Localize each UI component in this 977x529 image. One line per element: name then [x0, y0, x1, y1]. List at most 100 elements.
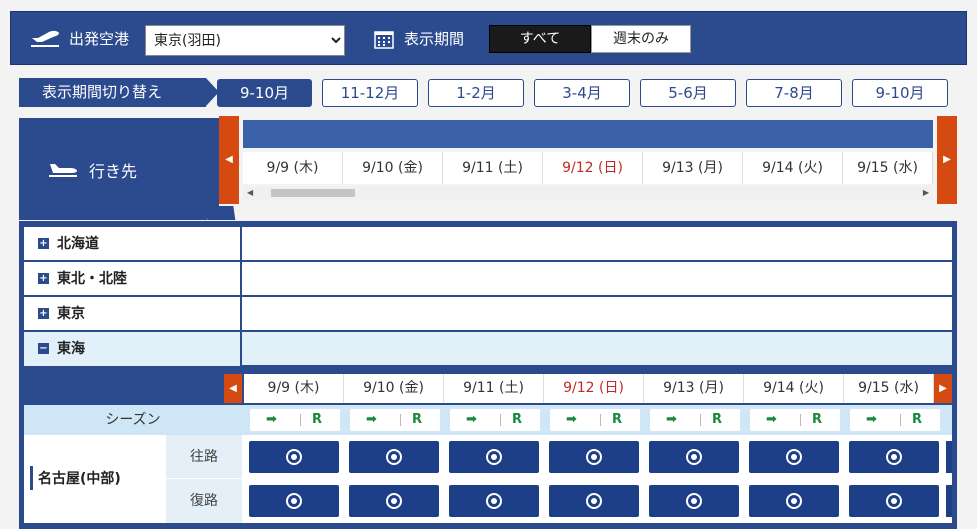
calendar-icon — [374, 31, 394, 49]
available-icon — [886, 449, 902, 465]
season-chip: ➡ R — [850, 409, 940, 431]
date-strip-inner: ◀ 9/9 (木) 9/10 (金) 9/11 (土) 9/12 (日) 9/1… — [24, 371, 952, 406]
date-cell-sunday: 9/12 (日) — [543, 152, 643, 184]
season-label: シーズン — [105, 412, 161, 428]
arrow-right-icon: ➡ — [466, 412, 477, 427]
date-cell: 9/13 (月) — [644, 374, 744, 403]
date-strip-top: ◀ 9/9 (木) 9/10 (金) 9/11 (土) 9/12 (日) 9/1… — [219, 116, 957, 206]
period-tab-4[interactable]: 3-4月 — [534, 79, 630, 107]
return-flight-button[interactable] — [249, 485, 339, 517]
return-flight-button[interactable] — [749, 485, 839, 517]
outbound-flight-button[interactable] — [649, 441, 739, 473]
region-toggle-tohoku[interactable]: + 東北・北陸 — [24, 262, 242, 296]
season-chip: ➡ R — [350, 409, 440, 431]
region-row: + 北海道 — [24, 227, 952, 261]
date-cell: 9/9 (木) — [243, 152, 343, 184]
city-label: 名古屋(中部) — [24, 435, 166, 523]
season-code: R — [912, 412, 923, 427]
return-flight-button[interactable] — [449, 485, 539, 517]
date-cell: 9/11 (土) — [443, 152, 543, 184]
inner-scroll-left-button[interactable]: ◀ — [224, 374, 242, 403]
region-toggle-tokai[interactable]: − 東海 — [24, 332, 242, 366]
period-tab-3[interactable]: 1-2月 — [428, 79, 524, 107]
arrow-right-icon: ➡ — [766, 412, 777, 427]
outbound-flight-button[interactable] — [449, 441, 539, 473]
available-icon — [786, 493, 802, 509]
region-toggle-hokkaido[interactable]: + 北海道 — [24, 227, 242, 261]
destination-header: 行き先 — [19, 118, 207, 220]
available-icon — [386, 449, 402, 465]
date-cell: 9/13 (月) — [643, 152, 743, 184]
arrow-right-icon: ➡ — [266, 412, 277, 427]
filter-weekend-button[interactable]: 週末のみ — [591, 25, 691, 53]
return-flight-button[interactable] — [649, 485, 739, 517]
airplane-takeoff-icon — [31, 30, 59, 47]
airplane-landing-icon — [49, 164, 77, 177]
season-code: R — [312, 412, 323, 427]
date-cell: 9/11 (土) — [444, 374, 544, 403]
filter-all-button[interactable]: すべて — [489, 25, 591, 53]
outbound-flight-button[interactable] — [849, 441, 939, 473]
date-cell-sunday: 9/12 (日) — [544, 374, 644, 403]
period-tab-1[interactable]: 9-10月 — [217, 79, 312, 107]
timetable: + 北海道 + 東北・北陸 + 東京 − 東海 ◀ 9/9 (木) 9/10 (金) 9… — [19, 221, 957, 529]
return-label: 復路 — [166, 479, 242, 523]
period-tab-5[interactable]: 5-6月 — [640, 79, 736, 107]
minus-icon: − — [38, 342, 49, 354]
available-icon — [386, 493, 402, 509]
region-row-open: − 東海 — [24, 332, 952, 366]
return-flight-button[interactable] — [849, 485, 939, 517]
city-row-block: 名古屋(中部) 往路 復路 — [24, 435, 952, 523]
date-cell: 9/14 (火) — [744, 374, 844, 403]
plus-icon: + — [38, 307, 49, 319]
region-toggle-tokyo[interactable]: + 東京 — [24, 297, 242, 331]
available-icon — [286, 493, 302, 509]
scroll-right-button[interactable]: ▶ — [937, 116, 957, 204]
season-chip: ➡ R — [450, 409, 540, 431]
season-code: R — [512, 412, 523, 427]
region-row: + 東北・北陸 — [24, 262, 952, 296]
outbound-flight-button-partial[interactable] — [946, 441, 952, 473]
season-row: シーズン ➡ R ➡ R ➡ R ➡ R ➡ R ➡ R ➡ R — [24, 405, 952, 435]
region-row: + 東京 — [24, 297, 952, 331]
season-chip: ➡ R — [750, 409, 840, 431]
outbound-flight-button[interactable] — [349, 441, 439, 473]
available-icon — [886, 493, 902, 509]
horizontal-scrollbar[interactable]: ◀ ▶ — [243, 186, 933, 200]
available-icon — [686, 493, 702, 509]
inner-scroll-right-button[interactable]: ▶ — [934, 374, 952, 403]
region-label: 北海道 — [57, 236, 99, 252]
arrow-right-icon: ➡ — [366, 412, 377, 427]
region-label: 東北・北陸 — [57, 271, 127, 287]
available-icon — [486, 493, 502, 509]
period-tab-2[interactable]: 11-12月 — [322, 79, 418, 107]
scrollbar-left-icon[interactable]: ◀ — [247, 186, 253, 200]
arrow-right-icon: ➡ — [566, 412, 577, 427]
return-flight-button[interactable] — [549, 485, 639, 517]
plus-icon: + — [38, 237, 49, 249]
origin-label: 出発空港 — [69, 30, 130, 48]
outbound-flight-button[interactable] — [249, 441, 339, 473]
arrow-right-icon: ➡ — [666, 412, 677, 427]
outbound-flight-button[interactable] — [549, 441, 639, 473]
period-tab-7[interactable]: 9-10月 — [852, 79, 948, 107]
date-cell: 9/15 (水) — [843, 152, 933, 184]
return-flight-button[interactable] — [349, 485, 439, 517]
arrow-right-icon: ➡ — [866, 412, 877, 427]
season-code: R — [712, 412, 723, 427]
season-code: R — [612, 412, 623, 427]
origin-select[interactable]: 東京(羽田) — [145, 25, 345, 56]
date-cell: 9/9 (木) — [244, 374, 344, 403]
outbound-flight-button[interactable] — [749, 441, 839, 473]
scrollbar-thumb[interactable] — [271, 189, 355, 197]
header-bar: 出発空港 東京(羽田) 表示期間 すべて 週末のみ — [10, 11, 967, 65]
period-tab-6[interactable]: 7-8月 — [746, 79, 842, 107]
return-flight-button-partial[interactable] — [946, 485, 952, 517]
season-code: R — [412, 412, 423, 427]
scroll-left-button[interactable]: ◀ — [219, 116, 239, 204]
plus-icon: + — [38, 272, 49, 284]
date-cell: 9/10 (金) — [343, 152, 443, 184]
season-chip: ➡ R — [650, 409, 740, 431]
season-code: R — [812, 412, 823, 427]
scrollbar-right-icon[interactable]: ▶ — [923, 186, 929, 200]
